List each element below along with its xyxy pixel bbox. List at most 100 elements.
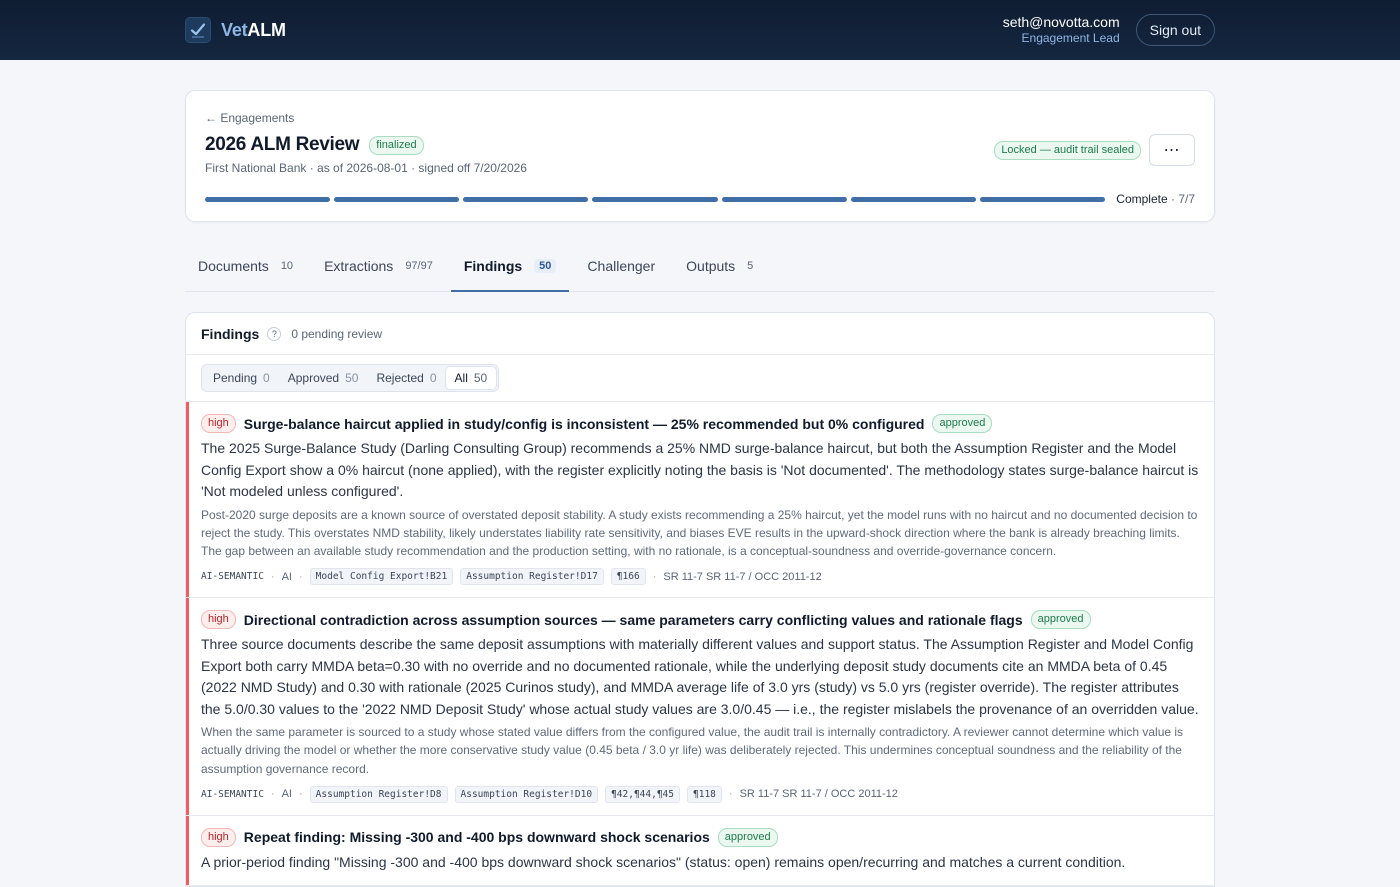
findings-list: high Surge-balance haircut applied in stu… <box>186 402 1214 887</box>
filter-label: Rejected <box>376 371 424 385</box>
tab-label: Outputs <box>686 257 736 274</box>
sign-out-button[interactable]: Sign out <box>1135 14 1215 46</box>
finding-meta: AI-SEMANTIC · AI · Model Config Export!B21 As… <box>201 568 1199 586</box>
filter-label: Pending <box>213 371 258 385</box>
regulatory-reference: SR 11-7 SR 11-7 / OCC 2011-12 <box>739 788 898 801</box>
tab-count: 97/97 <box>405 259 433 272</box>
evidence-reference-chip[interactable]: Model Config Export!B21 <box>309 568 454 586</box>
help-icon[interactable]: ? <box>267 326 282 341</box>
separator-dot: · <box>270 788 275 801</box>
progress-segment <box>463 196 589 202</box>
filter-count: 0 <box>429 371 437 385</box>
finding-description: Three source documents describe the same… <box>201 636 1199 717</box>
progress-status: Complete <box>1116 192 1168 206</box>
severity-badge: high <box>201 610 236 630</box>
progress-segment <box>334 196 460 202</box>
engagement-title: 2026 ALM Review <box>205 134 360 155</box>
tab-challenger[interactable]: Challenger <box>574 240 668 291</box>
tab-count: 5 <box>747 259 754 272</box>
finding-description: A prior-period finding "Missing -300 and… <box>201 853 1126 870</box>
filter-count: 50 <box>345 371 359 385</box>
finding-rationale: Post-2020 surge deposits are a known sou… <box>201 507 1198 558</box>
tab-label: Extractions <box>324 257 394 274</box>
status-badge: finalized <box>369 135 424 155</box>
separator-dot: · <box>299 570 303 583</box>
filter-approved[interactable]: Approved 50 <box>279 367 368 389</box>
back-to-engagements-link[interactable]: ← Engagements <box>205 111 1195 125</box>
progress-segment <box>850 196 976 202</box>
finding-item[interactable]: high Directional contradiction across ass… <box>186 598 1214 816</box>
finding-title: Surge-balance haircut applied in study/c… <box>243 415 925 432</box>
filter-pending[interactable]: Pending 0 <box>204 367 279 389</box>
separator-dot: · <box>270 570 275 583</box>
evidence-reference-chip[interactable]: Assumption Register!D17 <box>460 568 604 586</box>
finding-status-badge: approved <box>1030 610 1091 630</box>
findings-panel: Findings ? 0 pending review Pending 0 Appr… <box>185 312 1215 887</box>
brand-suffix: ALM <box>247 19 286 40</box>
engagement-header-card: ← Engagements 2026 ALM Review finalized … <box>185 90 1215 222</box>
pending-review-note: 0 pending review <box>291 326 383 341</box>
finding-title: Directional contradiction across assumpt… <box>243 611 1023 628</box>
user-email: seth@novotta.com <box>1002 14 1120 31</box>
progress-label: Complete · 7/7 <box>1116 192 1195 206</box>
tab-label: Documents <box>198 257 269 274</box>
severity-badge: high <box>201 414 236 433</box>
evidence-reference-chip[interactable]: ¶118 <box>687 785 722 803</box>
finding-item[interactable]: high Surge-balance haircut applied in stu… <box>186 402 1214 599</box>
finding-origin: AI <box>281 570 292 583</box>
main-content: ← Engagements 2026 ALM Review finalized … <box>185 90 1215 887</box>
checkbox-logo-icon <box>185 17 211 43</box>
finding-item[interactable]: high Repeat finding: Missing -300 and -40… <box>186 815 1214 887</box>
progress-bar <box>205 196 1105 202</box>
regulatory-reference: SR 11-7 SR 11-7 / OCC 2011-12 <box>663 570 822 583</box>
separator-dot: · <box>728 788 733 801</box>
tab-outputs[interactable]: Outputs 5 <box>673 240 766 291</box>
finding-title: Repeat finding: Missing -300 and -400 bp… <box>243 829 710 846</box>
progress-segment <box>721 196 847 202</box>
user-info: seth@novotta.com Engagement Lead <box>1003 14 1120 46</box>
filter-count: 0 <box>263 371 270 385</box>
tab-count: 50 <box>534 258 557 273</box>
findings-title: Findings <box>201 325 260 342</box>
filter-label: All <box>454 371 468 385</box>
tab-count: 10 <box>280 259 294 272</box>
brand[interactable]: VetALM <box>185 17 286 43</box>
finding-header: high Repeat finding: Missing -300 and -40… <box>201 827 1199 847</box>
filter-label: Approved <box>287 371 340 385</box>
brand-prefix: Vet <box>221 19 248 40</box>
filter-rejected[interactable]: Rejected 0 <box>367 367 445 389</box>
filter-all[interactable]: All 50 <box>445 367 497 389</box>
user-role: Engagement Lead <box>1021 31 1120 46</box>
locked-badge: Locked — audit trail sealed <box>994 140 1141 160</box>
tab-label: Findings <box>463 257 523 274</box>
filter-count: 50 <box>473 371 488 385</box>
tab-bar: Documents 10 Extractions 97/97 Findings 50 Cha… <box>185 240 1215 292</box>
finding-origin: AI <box>281 788 292 801</box>
tab-findings[interactable]: Findings 50 <box>450 240 570 292</box>
finding-header: high Surge-balance haircut applied in stu… <box>201 414 1199 433</box>
tab-documents[interactable]: Documents 10 <box>185 240 306 291</box>
finding-description: The 2025 Surge-Balance Study (Darling Co… <box>201 440 1199 499</box>
progress-segment <box>592 196 718 202</box>
finding-rationale: When the same parameter is sourced to a … <box>201 725 1184 776</box>
separator-dot: · <box>652 570 657 583</box>
evidence-reference-chip[interactable]: Assumption Register!D10 <box>454 785 599 803</box>
finding-status-badge: approved <box>932 414 993 433</box>
tab-extractions[interactable]: Extractions 97/97 <box>311 240 446 291</box>
finding-header: high Directional contradiction across ass… <box>201 610 1199 630</box>
status-filter: Pending 0 Approved 50 Rejected 0 All 50 <box>201 364 500 392</box>
evidence-reference-chip[interactable]: Assumption Register!D8 <box>309 785 448 803</box>
brand-name: VetALM <box>221 20 286 41</box>
progress-segment <box>979 196 1105 202</box>
finding-status-badge: approved <box>717 827 778 847</box>
finding-source: AI-SEMANTIC <box>201 571 264 583</box>
progress-count: · 7/7 <box>1170 192 1195 206</box>
progress-row: Complete · 7/7 <box>205 192 1195 206</box>
finding-meta: AI-SEMANTIC · AI · Assumption Register!D8 Ass… <box>201 785 1199 803</box>
finding-source: AI-SEMANTIC <box>201 788 264 800</box>
progress-segment <box>205 196 331 202</box>
more-options-button[interactable]: ⋯ <box>1149 134 1195 166</box>
separator-dot: · <box>299 788 303 801</box>
evidence-reference-chip[interactable]: ¶166 <box>610 568 646 586</box>
evidence-reference-chip[interactable]: ¶42,¶44,¶45 <box>605 785 680 803</box>
